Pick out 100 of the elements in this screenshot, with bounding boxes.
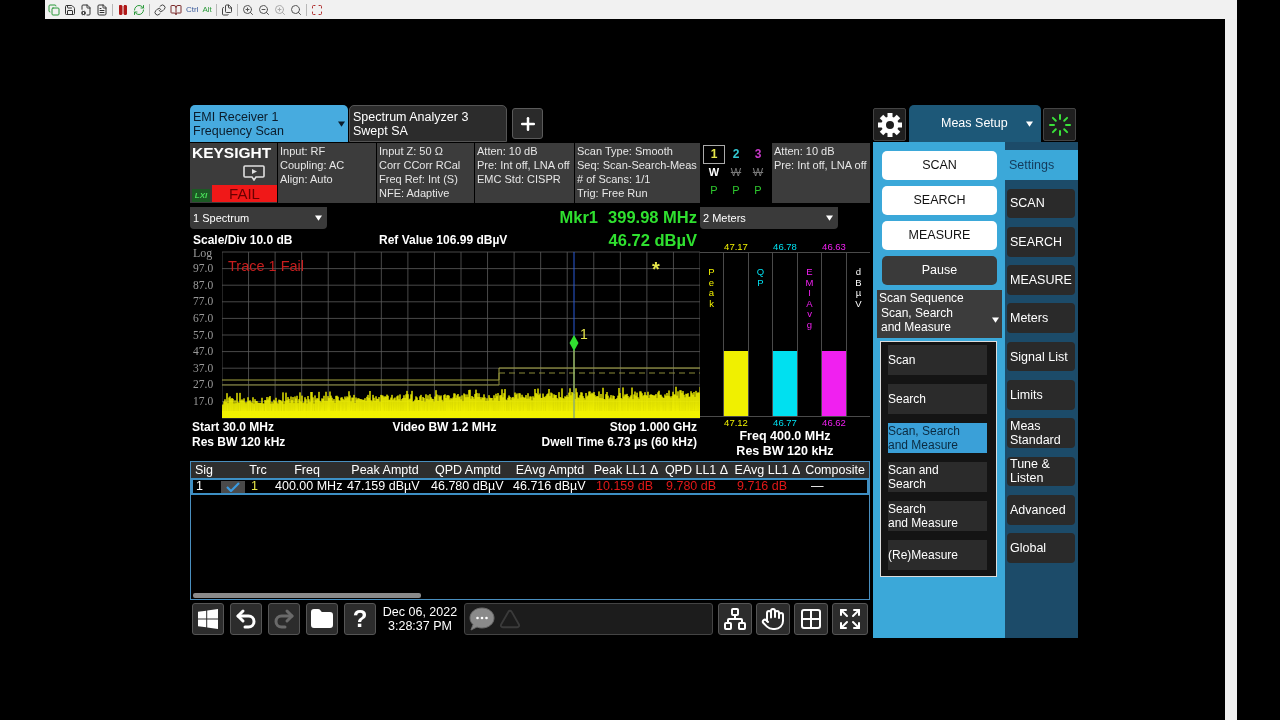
column-header: Peak LL1 Δ (592, 462, 660, 478)
fullscreen-icon[interactable] (310, 3, 323, 16)
action-button[interactable]: SEARCH (882, 186, 997, 215)
table-cell-text: 46.780 dBµV (430, 480, 505, 493)
status-text: Input Z: 50 Ω (379, 144, 444, 158)
grid-icon (799, 607, 823, 631)
undo-button[interactable] (230, 603, 262, 635)
status-text: # of Scans: 1/1 (577, 172, 652, 186)
table-cell-text: 1 (250, 480, 259, 493)
table-cell-text: — (810, 480, 825, 493)
menu-tab[interactable]: SCAN (1007, 188, 1075, 219)
document-icon[interactable] (96, 3, 108, 16)
measurement-tab[interactable]: EMI Receiver 1 Frequency Scan (190, 105, 348, 142)
expand-icon (838, 607, 862, 631)
hierarchy-button[interactable] (718, 603, 752, 635)
table-cell-text: 47.159 dBµV (346, 480, 421, 493)
meter-current-value: 46.77 (772, 417, 798, 429)
meter-label: Peak (707, 267, 716, 311)
fullscreen-button[interactable] (832, 603, 868, 635)
menu-tab[interactable]: Settings (1005, 150, 1078, 180)
column-header: QPD LL1 Δ (663, 462, 730, 478)
column-header: Peak Amptd (350, 462, 420, 478)
status-text: NFE: Adaptive (379, 186, 451, 200)
menu-tab[interactable]: Limits (1007, 380, 1075, 410)
trace-detector: P (753, 183, 763, 199)
scrollbar[interactable] (1225, 19, 1237, 720)
folder-icon (310, 607, 334, 631)
status-text: EMC Std: CISPR (477, 172, 562, 186)
marker-frequency: 399.98 MHz (608, 208, 697, 227)
scale-label: Scale/Div 10.0 dB (193, 232, 294, 249)
meter-current-value: 46.62 (821, 417, 847, 429)
meter-frequency: Freq 400.0 MHz (738, 429, 832, 444)
dropdown-option[interactable]: Search (888, 384, 987, 414)
lxi-badge: LXI (192, 189, 210, 202)
save-icon[interactable] (64, 3, 76, 16)
dropdown-option[interactable]: Scan and Search (888, 462, 987, 492)
table-row[interactable]: 1 1 400.00 MHz 47.159 dBµV 46.780 dBµV 46.716 dBµV 10.159 dB 9.780 dB 9.716 dB — (191, 478, 869, 495)
checkbox[interactable] (221, 480, 245, 493)
trace-number[interactable]: 2 (725, 145, 747, 164)
menu-tab[interactable]: Global (1007, 533, 1075, 563)
axis-label: 47.0 (193, 345, 214, 359)
column-header: QPD Amptd (434, 462, 502, 478)
asterisk: * (652, 258, 660, 280)
window-dropdown[interactable]: 2 Meters (700, 207, 838, 229)
pages-icon[interactable] (220, 3, 233, 16)
resolution-bandwidth: Res BW 120 kHz (192, 435, 286, 450)
measurement-tab[interactable]: Spectrum Analyzer 3 Swept SA (349, 105, 507, 142)
book-icon[interactable] (170, 3, 182, 16)
add-tab-button[interactable] (512, 108, 543, 139)
trace-mode: W (707, 164, 721, 180)
zoom-in-icon[interactable] (241, 3, 254, 16)
action-button[interactable]: SCAN (882, 151, 997, 180)
dropdown-option[interactable]: (Re)Measure (888, 540, 987, 570)
zoom-icon[interactable] (289, 3, 302, 16)
touch-button[interactable] (756, 603, 790, 635)
start-frequency: Start 30.0 MHz (192, 420, 275, 435)
windows-button[interactable] (192, 603, 224, 635)
fail-indicator: FAIL (212, 185, 277, 202)
trace-number[interactable]: 3 (747, 145, 769, 164)
scrollbar[interactable] (193, 592, 421, 598)
action-button[interactable]: Pause (882, 256, 997, 285)
caret-icon (1026, 120, 1033, 127)
menu-tab[interactable]: Advanced (1007, 494, 1075, 525)
dropdown-option[interactable]: Scan, Search and Measure (888, 423, 987, 453)
scan-sequence-dropdown[interactable]: Scan Sequence Scan, Search and Measure (877, 290, 1002, 338)
folder-button[interactable] (306, 603, 338, 635)
menu-tab[interactable]: Meas Standard (1007, 418, 1075, 449)
axis-scale-label: Log (193, 247, 213, 260)
trace-number[interactable]: 1 (703, 145, 725, 164)
grid-view-button[interactable] (794, 603, 828, 635)
time-text: 3:28:37 PM (388, 619, 452, 633)
settings-button[interactable] (873, 108, 906, 141)
column-header: Trc (248, 462, 268, 478)
dropdown-option[interactable]: Scan (888, 345, 987, 375)
menu-tab[interactable]: Signal List (1007, 341, 1075, 372)
refresh-icon[interactable] (133, 3, 145, 16)
file-settings-icon[interactable] (80, 3, 92, 16)
pause-icon[interactable] (117, 3, 129, 16)
ctrl-key-button[interactable]: Ctrl (186, 4, 199, 15)
menu-tab[interactable]: Meters (1007, 303, 1075, 334)
display-icon (243, 165, 265, 181)
menu-tab[interactable]: Tune & Listen (1007, 456, 1075, 487)
help-button[interactable]: ? (344, 603, 376, 635)
menu-tab[interactable]: SEARCH (1007, 226, 1075, 257)
dropdown-option[interactable]: Search and Measure (888, 501, 987, 531)
action-button[interactable]: MEASURE (882, 221, 997, 250)
status-text: Coupling: AC (280, 158, 346, 172)
axis-label: 17.0 (193, 394, 214, 408)
menu-tab[interactable]: MEASURE (1007, 265, 1075, 295)
axis-label: 57.0 (193, 328, 214, 342)
link-icon[interactable] (154, 3, 166, 16)
status-text: Freq Ref: Int (S) (379, 172, 459, 186)
meas-setup-tab[interactable]: Meas Setup (909, 105, 1041, 142)
window-dropdown[interactable]: 1 Spectrum (190, 207, 327, 229)
column-header: Freq (293, 462, 321, 478)
zoom-out-icon[interactable] (257, 3, 270, 16)
table-cell-text: 10.159 dB (595, 480, 654, 493)
column-header: Composite (804, 462, 866, 478)
status-text: Pre: Int off, LNA off (477, 158, 571, 172)
meter-peak-value: 46.78 (772, 241, 798, 252)
